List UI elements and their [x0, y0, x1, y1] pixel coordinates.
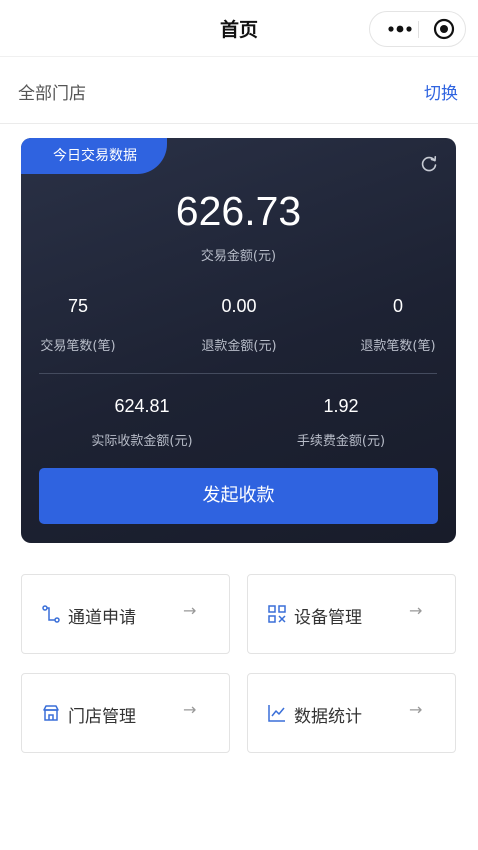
transaction-count-label: 交易笔数(笔) [40, 339, 116, 354]
route-icon [42, 605, 60, 623]
refund-amount-label: 退款金额(元) [201, 339, 277, 354]
arrow-right-icon: → [409, 601, 423, 620]
data-statistics-tile[interactable]: 数据统计 → [247, 673, 456, 753]
refund-amount-value: 0.00 [221, 296, 257, 316]
more-icon[interactable] [382, 12, 418, 46]
refund-count-label: 退款笔数(笔) [360, 339, 436, 354]
transaction-count-value: 75 [67, 296, 89, 316]
net-received-label: 实际收款金额(元) [91, 434, 193, 449]
tile-label: 数据统计 [294, 707, 362, 727]
tile-label: 设备管理 [294, 608, 362, 628]
store-management-tile[interactable]: 门店管理 → [21, 673, 230, 753]
today-transaction-card: 今日交易数据 626.73 交易金额(元) 75 交易笔数(笔) 0.00 退款… [21, 138, 456, 543]
chart-line-icon [268, 704, 286, 722]
transaction-amount-label: 交易金额(元) [200, 249, 277, 264]
channel-apply-tile[interactable]: 通道申请 → [21, 574, 230, 654]
store-selector-bar: 全部门店 切换 [0, 56, 478, 124]
device-management-tile[interactable]: 设备管理 → [247, 574, 456, 654]
refund-count-value: 0 [392, 296, 403, 316]
net-received-value: 624.81 [114, 396, 170, 416]
tile-label: 门店管理 [68, 707, 136, 727]
card-tag: 今日交易数据 [21, 138, 167, 174]
fee-amount-value: 1.92 [323, 396, 359, 416]
arrow-right-icon: → [183, 700, 197, 719]
capsule-divider [418, 21, 419, 38]
transaction-amount: 626.73 [175, 188, 302, 234]
arrow-right-icon: → [409, 700, 423, 719]
navigation-bar: 首页 [0, 0, 478, 56]
tile-label: 通道申请 [68, 608, 136, 628]
mini-program-capsule [369, 11, 466, 47]
fee-amount-label: 手续费金额(元) [296, 434, 386, 449]
current-store: 全部门店 [18, 84, 86, 104]
refresh-icon[interactable] [419, 154, 439, 174]
switch-store-link[interactable]: 切换 [424, 79, 458, 104]
close-target-icon[interactable] [428, 12, 460, 46]
arrow-right-icon: → [183, 601, 197, 620]
card-divider [39, 373, 437, 374]
store-icon [42, 704, 60, 722]
start-collection-button[interactable]: 发起收款 [39, 468, 438, 524]
device-icon [268, 605, 286, 623]
